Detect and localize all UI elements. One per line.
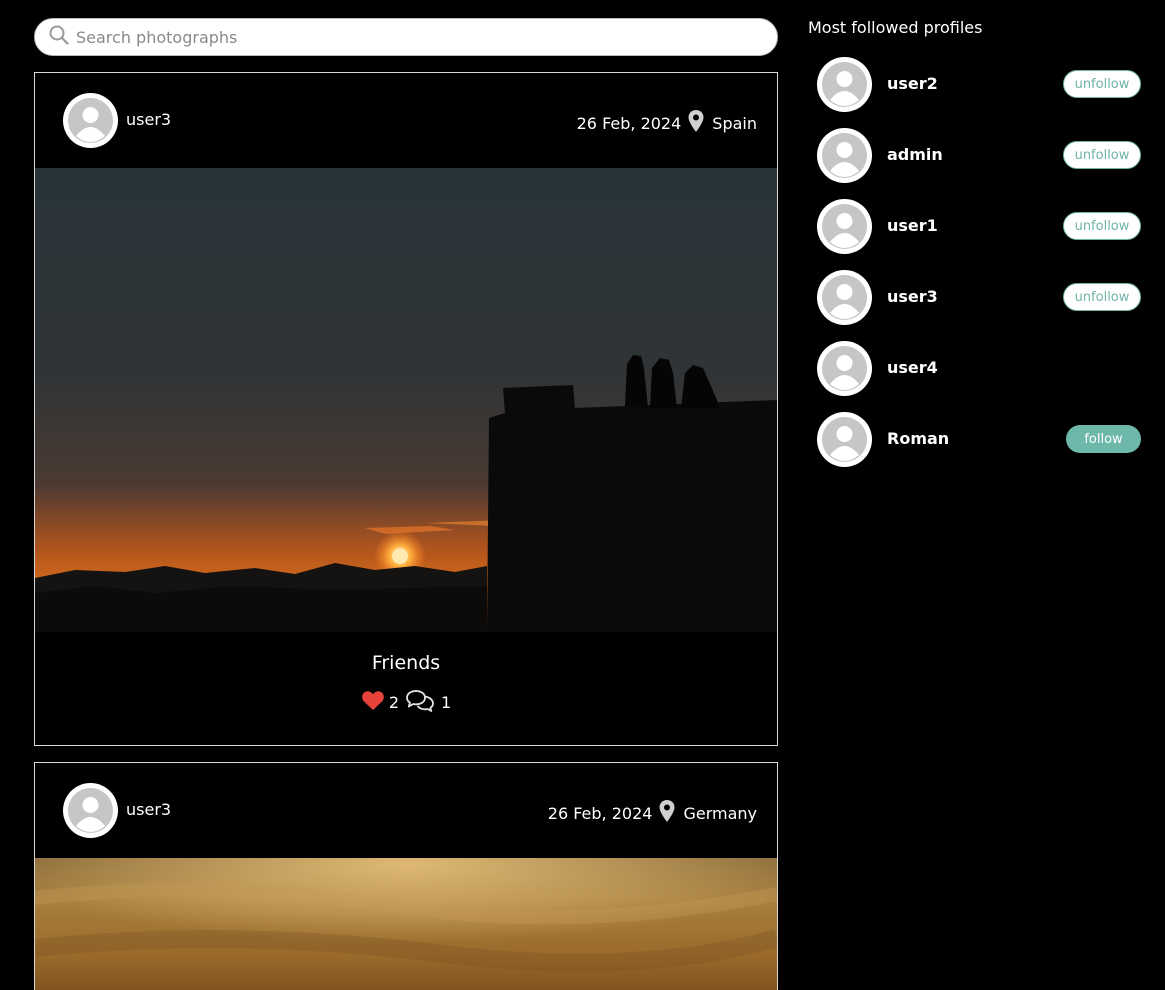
post-location: Spain: [712, 113, 757, 133]
unfollow-button[interactable]: unfollow: [1063, 283, 1141, 311]
unfollow-button[interactable]: unfollow: [1063, 141, 1141, 169]
avatar[interactable]: [817, 128, 872, 183]
post-username[interactable]: user3: [126, 110, 171, 129]
post-header: user3 26 Feb, 2024 Spain: [35, 73, 777, 168]
avatar[interactable]: [63, 783, 118, 838]
post-photo[interactable]: [35, 168, 777, 632]
avatar[interactable]: [817, 412, 872, 467]
post-date: 26 Feb, 2024: [547, 803, 653, 823]
profile-item: Roman follow: [808, 412, 1148, 483]
location-pin-icon: [687, 109, 712, 137]
unfollow-button[interactable]: unfollow: [1063, 212, 1141, 240]
sidebar-title: Most followed profiles: [808, 18, 983, 37]
post-card: user3 26 Feb, 2024 Germany: [34, 762, 778, 990]
post-card: user3 26 Feb, 2024 Spain Friends 2 1: [34, 72, 778, 746]
post-stats: 2 1: [35, 688, 777, 716]
profile-list: user2 unfollow admin unfollow user1 unfo…: [808, 57, 1148, 483]
post-date: 26 Feb, 2024: [576, 113, 682, 133]
heart-icon[interactable]: [361, 689, 385, 715]
avatar[interactable]: [817, 57, 872, 112]
profile-name[interactable]: Roman: [887, 429, 949, 448]
follow-button[interactable]: follow: [1066, 425, 1141, 453]
profile-item: user1 unfollow: [808, 199, 1148, 270]
comment-count: 1: [441, 692, 452, 712]
search-bar[interactable]: [34, 18, 778, 56]
post-meta: 26 Feb, 2024 Germany: [548, 799, 757, 827]
profile-name[interactable]: user3: [887, 287, 938, 306]
post-footer: Friends 2 1: [35, 632, 777, 745]
avatar[interactable]: [817, 270, 872, 325]
profile-name[interactable]: admin: [887, 145, 943, 164]
search-input[interactable]: [76, 27, 736, 47]
post-header: user3 26 Feb, 2024 Germany: [35, 763, 777, 858]
post-photo[interactable]: [35, 858, 777, 990]
sidebar: Most followed profiles user2 unfollow ad…: [808, 18, 1148, 483]
post-caption: Friends: [371, 652, 441, 674]
post-meta: 26 Feb, 2024 Spain: [577, 109, 757, 137]
profile-name[interactable]: user1: [887, 216, 938, 235]
like-count: 2: [388, 692, 399, 712]
search-icon: [49, 25, 69, 49]
profile-item: admin unfollow: [808, 128, 1148, 199]
profile-item: user3 unfollow: [808, 270, 1148, 341]
avatar[interactable]: [63, 93, 118, 148]
profile-item: user4: [808, 341, 1148, 412]
location-pin-icon: [658, 799, 683, 827]
unfollow-button[interactable]: unfollow: [1063, 70, 1141, 98]
post-username[interactable]: user3: [126, 800, 171, 819]
post-location: Germany: [683, 803, 757, 823]
avatar[interactable]: [817, 199, 872, 254]
profile-name[interactable]: user2: [887, 74, 938, 93]
profile-name[interactable]: user4: [887, 358, 938, 377]
comment-icon[interactable]: [405, 688, 435, 716]
profile-item: user2 unfollow: [808, 57, 1148, 128]
avatar[interactable]: [817, 341, 872, 396]
